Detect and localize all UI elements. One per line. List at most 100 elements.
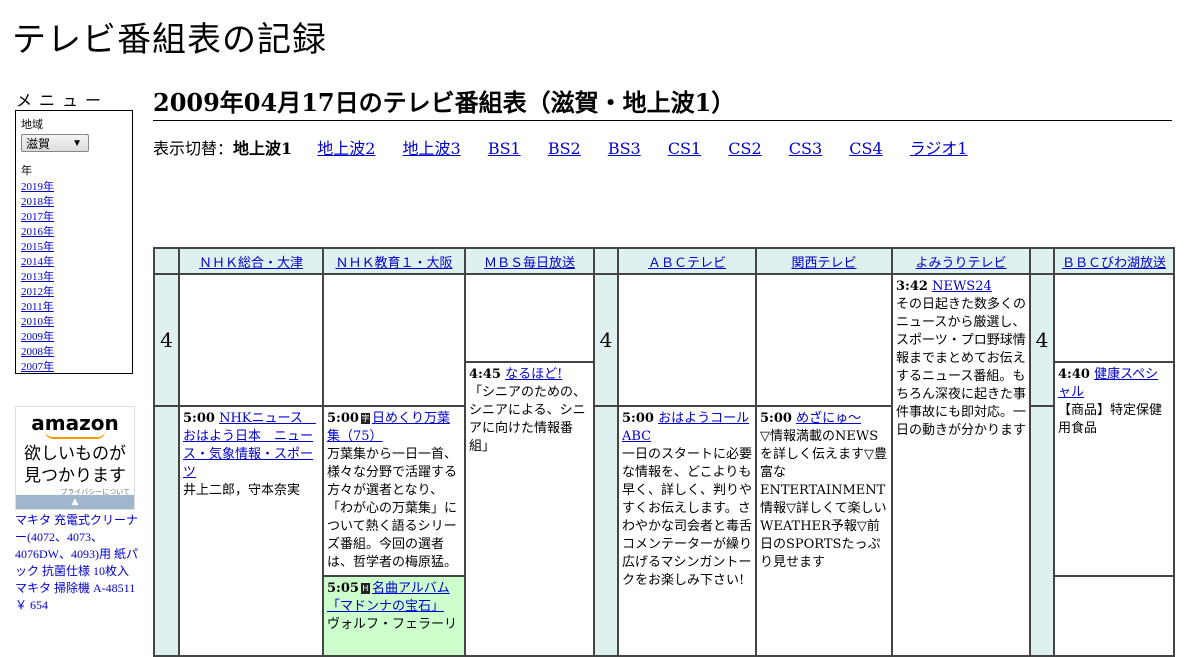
ad-price: ￥ 654 [15,598,49,612]
program-cell: 5:00 字日めくり万葉集（75） 万葉集から一日一首、様々な分野で活躍する方々が… [322,405,466,577]
empty-slot [617,273,757,407]
amazon-logo: amazon [31,411,119,435]
switch-link-bs3[interactable]: BS3 [608,139,641,158]
switch-link-terrestrial3[interactable]: 地上波3 [403,139,461,158]
year-link-2009[interactable]: 2009年 [21,331,54,343]
view-switcher: 表示切替：地上波1 地上波2 地上波3 BS1 BS2 BS3 CS1 CS2 … [153,135,990,159]
empty-slot [1053,273,1175,363]
menu-box: 地域 滋賀 ▼ 年 2019年 2018年 2017年 2016年 2015年 … [15,110,133,374]
hour-gutter [153,405,180,657]
program-grid: ＮＨＫ総合・大津 ＮＨＫ教育１・大阪 ＭＢＳ毎日放送 ＡＢＣテレビ 関西テレビ … [153,247,1175,657]
channel-link[interactable]: ＢＢＣびわ湖放送 [1062,256,1166,271]
switcher-label: 表示切替： [153,139,234,158]
switch-link-cs3[interactable]: CS3 [789,139,822,158]
menu-label: メニュー [16,91,109,110]
channel-link[interactable]: ＮＨＫ教育１・大阪 [335,256,452,271]
channel-header: ＮＨＫ総合・大津 [178,247,324,275]
year-list: 2019年 2018年 2017年 2016年 2015年 2014年 2013… [21,180,127,375]
header-hour-cell [593,247,619,275]
region-select-value: 滋賀 [26,137,51,151]
program-desc: 一日のスタートに必要な情報を、どこよりも早く、詳しく、判りやすくお伝えします。さ… [622,447,753,588]
year-link-2010[interactable]: 2010年 [21,316,54,328]
hour-gutter [1029,405,1055,657]
program-cell: 5:05 H 名曲アルバム「マドンナの宝石」 ヴォルフ・フェラーリ [322,575,466,657]
year-link-2017[interactable]: 2017年 [21,211,54,223]
program-cell: 4:45 なるほど! 「シニアのための、シニアによる、シニアに向けた情報番組」 [464,361,595,657]
channel-header: ＢＢＣびわ湖放送 [1053,247,1175,275]
program-time: 5:05 [327,581,359,596]
year-link-2008[interactable]: 2008年 [21,346,54,358]
ad-copy-line2: 見つかります [24,466,126,486]
year-link-2015[interactable]: 2015年 [21,241,54,253]
year-link-2018[interactable]: 2018年 [21,196,54,208]
year-label: 年 [21,165,32,177]
amazon-ad-banner[interactable]: amazon 欲しいものが 見つかります プライバシーについて ▲ [15,406,135,510]
ad-copy: 欲しいものが 見つかります [16,443,134,487]
program-cell: 5:00 おはようコールABC 一日のスタートに必要な情報を、どこよりも早く、詳… [617,405,757,657]
channel-link[interactable]: 関西テレビ [791,256,856,271]
program-time: 4:45 [469,367,501,382]
ad-product-link[interactable]: マキタ 充電式クリーナー(4072、4073、4076DW、4093)用 紙パッ… [15,513,138,595]
program-time: 5:00 [760,411,792,426]
year-link-2011[interactable]: 2011年 [21,301,54,313]
program-time: 5:00 [622,411,654,426]
region-select[interactable]: 滋賀 ▼ [21,134,89,152]
region-label: 地域 [21,119,43,131]
program-title-link[interactable]: NEWS24 [932,279,992,294]
switch-link-radio1[interactable]: ラジオ1 [910,139,968,158]
hour-label: 4 [153,273,180,407]
program-title-link[interactable]: めざにゅ～ [796,411,861,426]
program-desc: 万葉集から一日一首、様々な分野で活躍する方々が選者となり、「わが心の万葉集」につ… [327,447,458,570]
program-desc: ▽情報満載のNEWSを詳しく伝えます▽豊富なENTERTAINMENT情報▽詳し… [760,429,887,570]
channel-link[interactable]: ＡＢＣテレビ [648,256,726,271]
switch-link-bs2[interactable]: BS2 [548,139,581,158]
program-time: 3:42 [896,279,928,294]
hour-label: 4 [1029,273,1055,407]
program-time: 5:00 [183,411,215,426]
empty-slot [178,273,324,407]
program-time: 4:40 [1058,367,1090,382]
program-cell: 5:00 めざにゅ～ ▽情報満載のNEWSを詳しく伝えます▽豊富なENTERTA… [755,405,893,657]
channel-link[interactable]: ＭＢＳ毎日放送 [484,256,575,271]
channel-header: ＮＨＫ教育１・大阪 [322,247,466,275]
grid-row: 4 4 3:42 NEWS24 その日起きた数多くのニュースから厳選し、スポーツ… [153,273,1175,657]
ad-expand-bar[interactable]: ▲ [16,495,134,509]
empty-slot [755,273,893,407]
channel-header: よみうりテレビ [891,247,1031,275]
year-link-2016[interactable]: 2016年 [21,226,54,238]
channel-link[interactable]: よみうりテレビ [915,256,1006,271]
channel-header: 関西テレビ [755,247,893,275]
switch-link-terrestrial2[interactable]: 地上波2 [317,139,375,158]
year-link-2014[interactable]: 2014年 [21,256,54,268]
switch-link-bs1[interactable]: BS1 [488,139,521,158]
hour-label: 4 [593,273,619,407]
year-link-2013[interactable]: 2013年 [21,271,54,283]
channel-header: ＭＢＳ毎日放送 [464,247,595,275]
hour-gutter [593,405,619,657]
program-cell: 4:40 健康スペシャル 【商品】特定保健用食品 [1053,361,1175,577]
site-title: テレビ番組表の記録 [12,20,327,60]
program-cell: 5:00 NHKニュース おはよう日本 ニュース・気象情報・スポーツ 井上二郎，… [178,405,324,657]
hd-badge-icon: H [360,583,370,594]
program-time: 5:00 [327,411,359,426]
switch-link-cs1[interactable]: CS1 [668,139,701,158]
program-cell: 3:42 NEWS24 その日起きた数多くのニュースから厳選し、スポーツ・プロ野… [891,273,1031,657]
switch-link-cs4[interactable]: CS4 [849,139,882,158]
year-link-2012[interactable]: 2012年 [21,286,54,298]
switch-link-cs2[interactable]: CS2 [728,139,761,158]
switcher-current: 地上波1 [233,139,293,158]
channel-link[interactable]: ＮＨＫ総合・大津 [199,256,303,271]
program-desc: 井上二郎，守本奈実 [183,483,301,498]
empty-slot [322,273,466,407]
year-link-2007[interactable]: 2007年 [21,361,54,373]
ad-copy-line1: 欲しいものが [24,444,126,464]
ad-product: マキタ 充電式クリーナー(4072、4073、4076DW、4093)用 紙パッ… [15,512,140,614]
header-hour-cell [153,247,180,275]
empty-slot [464,273,595,363]
empty-slot [1053,575,1175,657]
year-link-2019[interactable]: 2019年 [21,181,54,193]
program-title-link[interactable]: なるほど! [505,367,562,382]
chevron-up-icon: ▲ [71,497,79,507]
program-desc: 「シニアのための、シニアによる、シニアに向けた情報番組」 [469,385,587,454]
channel-header-row: ＮＨＫ総合・大津 ＮＨＫ教育１・大阪 ＭＢＳ毎日放送 ＡＢＣテレビ 関西テレビ … [153,247,1175,275]
